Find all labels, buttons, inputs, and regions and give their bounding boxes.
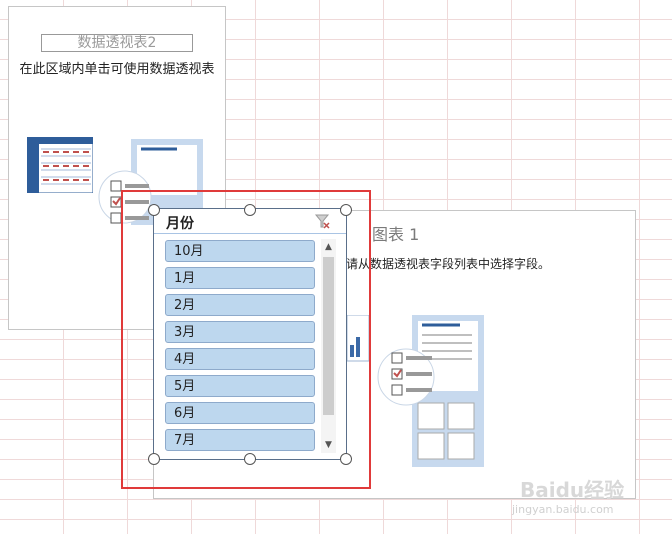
pivot-table-title: 数据透视表2: [41, 34, 193, 52]
pivot-table-hint: 在此区域内单击可使用数据透视表: [19, 62, 215, 77]
pivot-chart-title: 图表 1: [372, 225, 420, 244]
watermark-url: jingyan.baidu.com: [512, 503, 614, 516]
pivot-table-icon: [27, 137, 93, 193]
highlight-box: [121, 190, 371, 489]
watermark-logo: Baidu经验: [520, 478, 625, 502]
field-list-icon: [377, 315, 484, 467]
pivot-chart-hint: 请从数据透视表字段列表中选择字段。: [346, 257, 551, 271]
